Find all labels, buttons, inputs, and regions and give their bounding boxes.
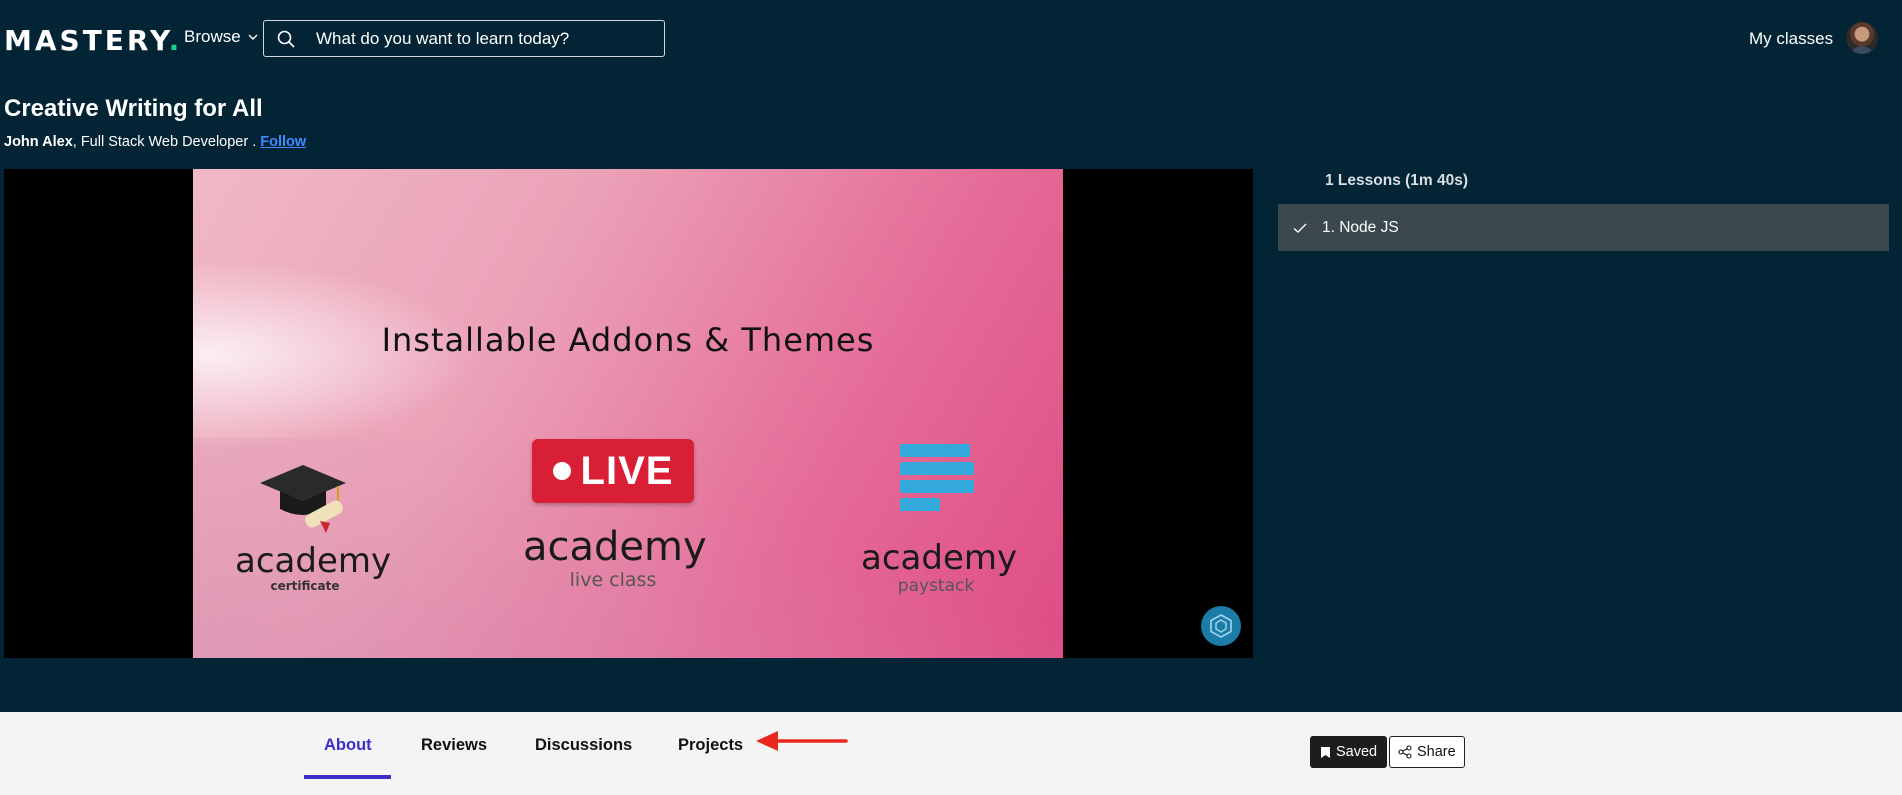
saved-button[interactable]: Saved (1310, 736, 1388, 768)
addon-name: academy (235, 541, 392, 581)
follow-link[interactable]: Follow (260, 134, 306, 150)
addon-sub: certificate (270, 579, 340, 593)
share-button[interactable]: Share (1389, 736, 1465, 768)
red-arrow-annotation-icon (756, 731, 848, 751)
tab-discussions[interactable]: Discussions (535, 736, 632, 755)
instructor-role: , Full Stack Web Developer . (72, 134, 261, 150)
addon-sub: paystack (897, 576, 975, 596)
instructor-byline: John Alex, Full Stack Web Developer . Fo… (4, 134, 306, 150)
course-tab-bar: About Reviews Discussions Projects Saved… (0, 712, 1902, 795)
my-classes-link[interactable]: My classes (1749, 29, 1833, 49)
bookmark-icon (1321, 746, 1330, 758)
chevron-down-icon (248, 34, 258, 40)
live-badge-label: LIVE (580, 448, 674, 493)
video-frame: Installable Addons & Themes academy cert… (193, 169, 1063, 658)
addon-live-class: LIVE academy live class (523, 439, 707, 591)
check-icon (1293, 223, 1307, 233)
browse-label: Browse (184, 27, 241, 46)
saved-label: Saved (1336, 744, 1378, 760)
top-nav: MASTERY. Browse My classes (0, 0, 1902, 78)
slide-title: Installable Addons & Themes (381, 321, 875, 359)
active-tab-indicator (304, 775, 391, 779)
browse-menu-button[interactable]: Browse (184, 27, 259, 47)
tab-about[interactable]: About (324, 736, 372, 755)
share-label: Share (1417, 744, 1456, 760)
page-title: Creative Writing for All (4, 95, 263, 122)
instructor-name: John Alex (4, 134, 73, 150)
addon-paystack: academy paystack (861, 444, 1018, 596)
tab-projects[interactable]: Projects (678, 736, 743, 755)
addon-name: academy (523, 524, 707, 570)
live-badge: LIVE (532, 439, 694, 503)
share-icon (1398, 745, 1412, 759)
lesson-item[interactable]: 1. Node JS (1278, 204, 1889, 251)
lesson-label: 1. Node JS (1322, 218, 1399, 236)
lessons-heading: 1 Lessons (1m 40s) (1325, 172, 1469, 189)
search-input[interactable] (316, 28, 636, 49)
record-dot-icon (552, 462, 571, 480)
logo[interactable]: MASTERY. (4, 24, 182, 57)
addon-certificate: academy certificate (235, 459, 392, 593)
player-brand-icon[interactable] (1201, 606, 1241, 646)
paystack-logo-icon (897, 444, 975, 526)
addon-name: academy (861, 538, 1018, 578)
video-player[interactable]: Installable Addons & Themes academy cert… (4, 169, 1253, 658)
tab-reviews[interactable]: Reviews (421, 736, 487, 755)
addon-sub: live class (569, 569, 657, 591)
search-icon (277, 30, 295, 48)
search-box[interactable] (263, 20, 665, 57)
avatar[interactable] (1846, 22, 1878, 54)
